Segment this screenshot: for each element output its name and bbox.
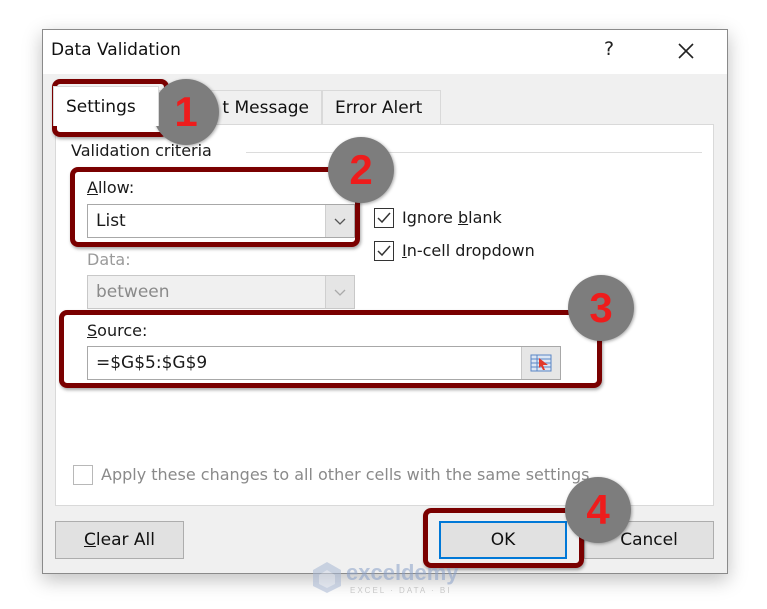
tab-error-alert[interactable]: Error Alert <box>322 90 441 124</box>
chevron-down-icon <box>334 218 346 225</box>
tab-settings[interactable]: Settings <box>53 86 159 126</box>
tab-error-alert-label: Error Alert <box>335 98 423 118</box>
apply-all-label: Apply these changes to all other cells w… <box>101 465 590 484</box>
checkmark-icon <box>377 245 391 257</box>
validation-criteria-label: Validation criteria <box>71 141 218 160</box>
in-cell-dropdown-label[interactable]: In-cell dropdown <box>402 241 535 260</box>
watermark-brand: exceldemy <box>346 560 459 585</box>
step-badge-3: 3 <box>568 275 634 341</box>
help-button[interactable]: ? <box>597 38 621 64</box>
allow-value: List <box>96 211 126 231</box>
exceldemy-watermark: exceldemy EXCEL · DATA · BI <box>310 560 460 600</box>
data-value: between <box>96 282 170 302</box>
ignore-blank-label[interactable]: Ignore blank <box>402 208 502 227</box>
source-value: =$G$5:$G$9 <box>96 353 208 373</box>
title-bar: Data Validation ? <box>43 30 727 74</box>
apply-all-checkbox <box>73 465 93 485</box>
ok-button[interactable]: OK <box>439 521 567 559</box>
clear-all-button[interactable]: Clear All <box>55 521 184 559</box>
allow-select[interactable]: List <box>87 204 355 238</box>
close-icon <box>678 43 694 59</box>
data-select: between <box>87 275 355 309</box>
step-badge-4: 4 <box>565 477 631 543</box>
watermark-tagline: EXCEL · DATA · BI <box>350 586 452 595</box>
exceldemy-logo-icon <box>313 562 341 593</box>
tab-input-message-label: t Message <box>222 98 309 118</box>
data-label: Data: <box>87 250 131 269</box>
range-select-icon <box>530 354 552 372</box>
dialog-title: Data Validation <box>51 40 181 60</box>
checkmark-icon <box>377 212 391 224</box>
allow-dropdown-button[interactable] <box>325 205 354 237</box>
group-divider <box>246 152 702 153</box>
allow-label: Allow: <box>87 178 135 197</box>
range-select-button[interactable] <box>521 347 560 379</box>
source-input[interactable]: =$G$5:$G$9 <box>87 346 561 380</box>
source-label: Source: <box>87 321 148 340</box>
close-button[interactable] <box>671 36 701 66</box>
chevron-down-icon <box>334 289 346 296</box>
ignore-blank-checkbox[interactable] <box>374 208 394 228</box>
tab-settings-label: Settings <box>66 97 136 117</box>
step-badge-1: 1 <box>153 79 219 145</box>
data-dropdown-button <box>325 276 354 308</box>
in-cell-dropdown-checkbox[interactable] <box>374 241 394 261</box>
step-badge-2: 2 <box>328 137 394 203</box>
